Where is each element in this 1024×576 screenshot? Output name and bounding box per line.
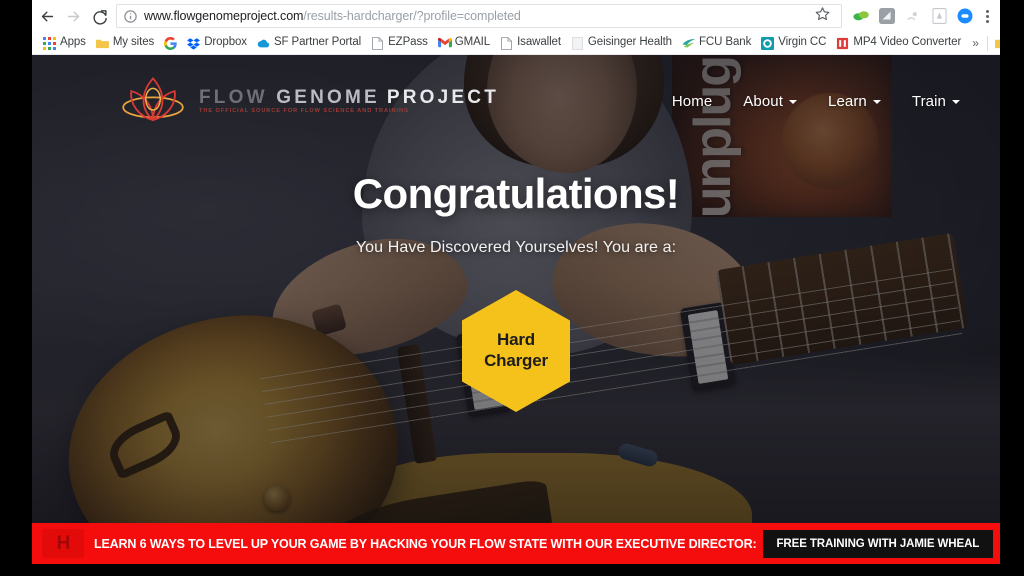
logo-word-project: PROJECT	[386, 86, 500, 108]
bookmark-label: Dropbox	[204, 36, 247, 49]
bookmark-label: Geisinger Health	[587, 36, 672, 49]
hero-content: Congratulations! You Have Discovered You…	[32, 173, 1000, 412]
bookmark-gmail[interactable]: GMAIL	[433, 34, 495, 53]
apps-grid-icon	[43, 36, 56, 50]
bookmark-label: Apps	[60, 36, 86, 49]
nav-label: Train	[911, 92, 946, 110]
bookmark-dropbox[interactable]: Dropbox	[182, 34, 252, 53]
extension-pdf-icon[interactable]	[926, 3, 952, 29]
gmail-icon	[437, 37, 452, 50]
bookmark-sf-partner-portal[interactable]: SF Partner Portal	[252, 34, 366, 53]
bookmarks-overflow-button[interactable]: »	[966, 36, 985, 50]
nav-label: Learn	[828, 92, 867, 110]
site-header: FLOW GENOME PROJECT THE OFFICIAL SOURCE F…	[32, 55, 1000, 147]
result-badge-line-2: Charger	[484, 351, 548, 370]
url-host: www.flowgenomeproject.com	[144, 9, 304, 23]
bookmark-mp4-video-converter[interactable]: MP4 Video Converter	[831, 34, 966, 53]
nav-item-train[interactable]: Train	[912, 93, 960, 110]
screenshot-root: www.flowgenomeproject.com/results-hardch…	[0, 0, 1024, 576]
extension-faded-icon[interactable]	[900, 3, 926, 29]
back-button[interactable]	[34, 3, 60, 29]
page-title: Congratulations!	[352, 170, 680, 217]
result-badge-label: Hard Charger	[484, 330, 548, 371]
flow-genome-trefoil-icon	[120, 73, 186, 129]
nav-item-about[interactable]: About	[743, 93, 797, 110]
bookmark-virgin-cc[interactable]: Virgin CC	[756, 34, 831, 53]
browser-toolbar: www.flowgenomeproject.com/results-hardch…	[32, 0, 1000, 32]
bookmark-isawallet[interactable]: Isawallet	[495, 34, 566, 53]
folder-icon	[95, 37, 109, 50]
extension-grey-square-icon[interactable]	[874, 3, 900, 29]
bookmark-apps[interactable]: Apps	[38, 34, 91, 53]
teal-swoosh-icon	[682, 37, 696, 50]
result-badge-line-1: Hard	[497, 330, 535, 350]
bookmark-label: EZPass	[388, 36, 428, 49]
cta-banner: H LEARN 6 WAYS TO LEVEL UP YOUR GAME BY …	[32, 523, 1000, 564]
logo-tagline: THE OFFICIAL SOURCE FOR FLOW SCIENCE AND…	[199, 107, 410, 114]
free-training-button[interactable]: FREE TRAINING WITH JAMIE WHEAL	[762, 529, 994, 558]
nav-item-home[interactable]: Home	[672, 93, 712, 110]
bookmark-ezpass[interactable]: EZPass	[366, 34, 433, 53]
blue-cloud-icon	[257, 37, 270, 50]
url-path: /results-hardcharger/?profile=completed	[303, 9, 521, 23]
page-info-icon[interactable]	[123, 9, 138, 24]
blank-page-icon	[571, 36, 584, 50]
bookmarks-bar: Apps My sites Dropbox SF Partner Portal …	[32, 32, 1000, 55]
bookmark-label: Isawallet	[517, 36, 561, 49]
red-bars-icon	[836, 37, 849, 50]
chevron-down-icon	[952, 100, 960, 104]
page-icon	[500, 36, 513, 50]
chevron-down-icon	[872, 100, 881, 104]
cta-message: LEARN 6 WAYS TO LEVEL UP YOUR GAME BY HA…	[94, 536, 757, 551]
bookmark-fcu-bank[interactable]: FCU Bank	[677, 34, 756, 53]
nav-item-learn[interactable]: Learn	[828, 93, 881, 110]
result-badge-hexagon: Hard Charger	[462, 290, 570, 412]
bookmark-my-sites[interactable]: My sites	[91, 34, 159, 53]
google-g-icon	[164, 36, 177, 50]
cta-logo-text: H	[56, 533, 71, 554]
browser-window: www.flowgenomeproject.com/results-hardch…	[32, 0, 1000, 564]
other-bookmarks-folder[interactable]: Other bookmarks	[990, 34, 1000, 53]
extension-blue-circle-icon[interactable]	[952, 3, 978, 29]
dropbox-icon	[187, 37, 201, 50]
bookmark-google[interactable]	[159, 34, 182, 53]
bookmarks-divider	[986, 35, 988, 51]
address-bar[interactable]: www.flowgenomeproject.com/results-hardch…	[116, 4, 842, 28]
extension-green-pill-icon[interactable]	[848, 3, 874, 29]
cta-brand-icon: H	[42, 529, 84, 558]
teal-circle-icon	[761, 36, 775, 50]
chevron-down-icon	[789, 100, 797, 104]
bookmark-geisinger-health[interactable]: Geisinger Health	[566, 34, 677, 53]
bookmark-label: FCU Bank	[698, 36, 752, 49]
page-icon	[371, 36, 384, 50]
reload-button[interactable]	[86, 3, 112, 29]
site-logo[interactable]: FLOW GENOME PROJECT THE OFFICIAL SOURCE F…	[120, 73, 499, 129]
logo-wordmark: FLOW GENOME PROJECT	[199, 88, 499, 107]
hero-subtitle: You Have Discovered Yourselves! You are …	[355, 239, 677, 256]
site-nav: Home About Learn Train	[672, 93, 960, 110]
nav-label: About	[743, 92, 783, 110]
logo-word-genome: GENOME	[276, 86, 380, 108]
bookmark-label: GMAIL	[454, 36, 491, 49]
bookmark-label: MP4 Video Converter	[853, 36, 962, 49]
kebab-menu-icon[interactable]	[978, 3, 996, 29]
forward-button[interactable]	[60, 3, 86, 29]
nav-label: Home	[671, 92, 713, 110]
bookmark-label: Virgin CC	[778, 36, 827, 49]
bookmark-label: SF Partner Portal	[273, 36, 362, 49]
logo-word-flow: FLOW	[199, 86, 268, 108]
web-page: unplug	[32, 55, 1000, 564]
url-text: www.flowgenomeproject.com/results-hardch…	[144, 9, 521, 23]
bookmark-label: My sites	[112, 36, 155, 49]
star-icon[interactable]	[815, 6, 835, 26]
folder-icon	[994, 37, 1000, 50]
